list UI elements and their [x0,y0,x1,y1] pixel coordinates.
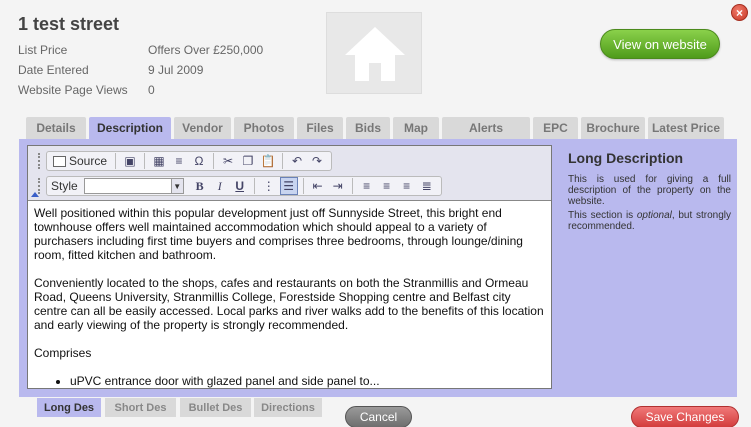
italic-icon[interactable]: I [211,177,229,195]
bold-icon[interactable]: B [191,177,209,195]
toolbar-separator [302,178,304,194]
toolbar-separator [253,178,255,194]
source-button[interactable]: Source [51,154,111,168]
toolbar-grip[interactable] [38,153,42,169]
bulleted-list-icon[interactable]: ☰ [279,177,298,195]
numbered-list-icon[interactable]: ⋮ [260,177,278,195]
tab-bids[interactable]: Bids [346,117,390,139]
paste-icon[interactable]: 📋 [259,152,277,170]
subtab-bullet-des[interactable]: Bullet Des [180,398,251,417]
subtab-directions[interactable]: Directions [254,398,322,417]
info-value: 9 Jul 2009 [148,63,204,77]
info-label: Date Entered [18,63,89,77]
toolbar-separator [282,153,284,169]
help-title: Long Description [568,150,684,166]
tab-vendor[interactable]: Vendor [174,117,231,139]
source-label: Source [69,154,108,168]
help-paragraph: This is used for giving a full descripti… [568,174,731,207]
save-changes-button[interactable]: Save Changes [631,406,739,427]
tab-alerts[interactable]: Alerts [442,117,530,139]
toolbar-group-source: Source ▣ ▦ ≡ Ω ✂ ❐ 📋 ↶ ↷ [46,151,333,171]
tab-brochure[interactable]: Brochure [581,117,645,139]
collapse-toolbar-icon[interactable] [31,192,39,197]
horizontal-rule-icon[interactable]: ≡ [170,152,188,170]
help-text: This is used for giving a full descripti… [568,174,731,235]
tab-photos[interactable]: Photos [234,117,294,139]
info-value: 0 [148,83,155,97]
tab-files[interactable]: Files [297,117,343,139]
toolbar-row-2: Style ▼ B I U ⋮ ☰ ⇤ ⇥ ≡ ≡ ≡ ≣ [38,176,446,196]
special-char-icon[interactable]: Ω [190,152,208,170]
subtab-long-des[interactable]: Long Des [37,398,101,417]
help-text-a: This section is [568,210,637,221]
align-justify-icon[interactable]: ≣ [418,177,436,195]
toolbar-row-1: Source ▣ ▦ ≡ Ω ✂ ❐ 📋 ↶ ↷ [38,151,336,171]
underline-icon[interactable]: U [231,177,249,195]
align-right-icon[interactable]: ≡ [398,177,416,195]
bullet-item: uPVC entrance door with glazed panel and… [70,374,546,388]
toolbar-separator [144,153,146,169]
editor-content[interactable]: Well positioned within this popular deve… [34,206,546,388]
table-icon[interactable]: ▦ [150,152,168,170]
info-row-date-entered: Date Entered 9 Jul 2009 [18,60,263,80]
tab-details[interactable]: Details [26,117,86,139]
align-center-icon[interactable]: ≡ [378,177,396,195]
house-icon [345,27,405,81]
toolbar-separator [115,153,117,169]
help-text-em: optional [636,210,672,221]
description-paragraph: Conveniently located to the shops, cafes… [34,276,544,332]
tab-epc[interactable]: EPC [533,117,578,139]
property-info: List Price Offers Over £250,000 Date Ent… [18,40,263,100]
indent-icon[interactable]: ⇥ [329,177,347,195]
subtab-short-des[interactable]: Short Des [105,398,176,417]
property-panel: 1 test street List Price Offers Over £25… [0,0,751,427]
close-icon[interactable]: × [731,4,748,21]
editor-toolbar: Source ▣ ▦ ≡ Ω ✂ ❐ 📋 ↶ ↷ Style ▼ B I U ⋮… [28,146,551,201]
cancel-button[interactable]: Cancel [345,406,412,427]
rich-text-editor[interactable]: Source ▣ ▦ ≡ Ω ✂ ❐ 📋 ↶ ↷ Style ▼ B I U ⋮… [27,145,552,389]
view-on-website-button[interactable]: View on website [600,29,720,59]
info-label: List Price [18,43,68,57]
tab-latest-price[interactable]: Latest Price [648,117,724,139]
toolbar-separator [213,153,215,169]
maximize-icon[interactable]: ▣ [121,152,139,170]
description-paragraph: Comprises [34,346,92,360]
description-bullets: uPVC entrance door with glazed panel and… [56,374,546,388]
info-row-page-views: Website Page Views 0 [18,80,263,100]
info-label: Website Page Views [18,83,128,97]
help-paragraph-2: This section is optional, but strongly r… [568,210,731,232]
toolbar-separator [351,178,353,194]
description-paragraph: Well positioned within this popular deve… [34,206,523,262]
align-left-icon[interactable]: ≡ [358,177,376,195]
tab-description[interactable]: Description [89,117,171,139]
page-title: 1 test street [18,14,120,34]
source-icon [53,155,66,167]
style-label: Style [51,179,78,193]
property-thumbnail[interactable] [326,12,422,94]
redo-icon[interactable]: ↷ [308,152,326,170]
chevron-down-icon[interactable]: ▼ [170,179,183,193]
toolbar-group-format: Style ▼ B I U ⋮ ☰ ⇤ ⇥ ≡ ≡ ≡ ≣ [46,176,442,196]
undo-icon[interactable]: ↶ [288,152,306,170]
info-row-list-price: List Price Offers Over £250,000 [18,40,263,60]
cut-icon[interactable]: ✂ [219,152,237,170]
copy-icon[interactable]: ❐ [239,152,257,170]
tab-map[interactable]: Map [393,117,439,139]
info-value: Offers Over £250,000 [148,43,264,57]
style-select[interactable]: ▼ [83,178,184,194]
outdent-icon[interactable]: ⇤ [309,177,327,195]
